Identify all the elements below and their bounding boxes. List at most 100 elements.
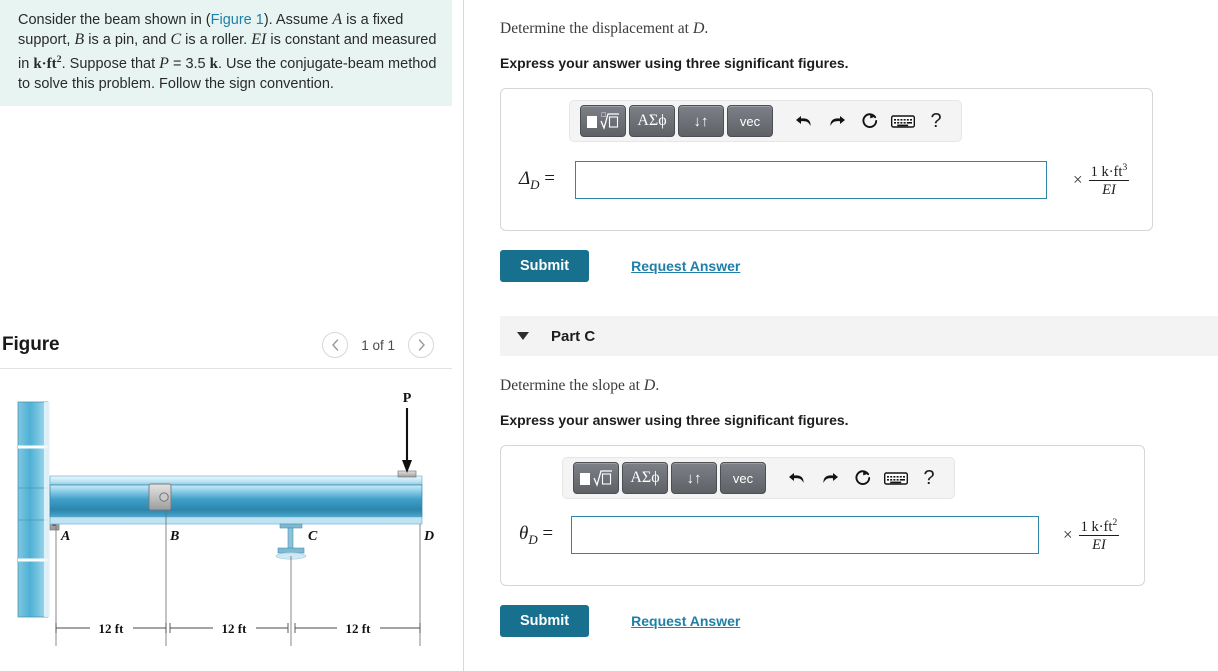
redo-button[interactable] (815, 463, 845, 493)
question-text-1: Consider the beam shown in ( (18, 12, 211, 28)
reset-button[interactable] (848, 463, 878, 493)
part-c-times-symbol: × (1063, 524, 1073, 544)
part-c-request-answer-link[interactable]: Request Answer (631, 613, 740, 629)
part-c-answer-label: θD = (519, 523, 571, 548)
template-expression-button[interactable] (573, 462, 619, 494)
undo-icon (796, 116, 811, 126)
part-b-unit-fraction: 1 k·ft3 EI (1088, 161, 1130, 198)
dimension-span-3: 12 ft (346, 621, 372, 636)
label-B: B (169, 529, 179, 544)
pin-support-B (148, 483, 172, 511)
figure-1-link[interactable]: Figure 1 (211, 12, 264, 28)
part-c-unit-denominator: EI (1092, 536, 1106, 553)
greek-symbols-button[interactable]: ΑΣϕ (622, 462, 668, 494)
reset-icon (855, 470, 871, 485)
part-c-unit: × 1 k·ft2 EI (1063, 516, 1120, 553)
question-statement: Consider the beam shown in (Figure 1). A… (0, 0, 452, 106)
template-expression-button[interactable]: ☐ (580, 105, 626, 137)
var-P: P (159, 54, 169, 72)
label-A: A (60, 529, 70, 544)
dimension-span-1: 12 ft (99, 621, 125, 636)
part-c-answer-row: θD = × 1 k·ft2 EI (519, 516, 1134, 554)
part-c-equals-sign: = (542, 522, 554, 544)
wall-column (17, 401, 50, 618)
part-b-actions: Submit Request Answer (500, 250, 1200, 282)
undo-button[interactable] (789, 106, 819, 136)
question-text-7: . Suppose that (61, 55, 160, 72)
question-text-2: ). Assume (263, 12, 333, 28)
part-c-body: Determine the slope at D. Express your a… (500, 377, 1200, 637)
beam-figure[interactable]: P A B C D 12 ft 12 ft 12 ft (0, 380, 452, 671)
part-c-actions: Submit Request Answer (500, 605, 1200, 637)
part-c-prompt-text: Determine the slope at (500, 377, 644, 394)
part-c-answer-panel: ΑΣϕ ↓↑ vec ? θD = × 1 k·ft2 EI (500, 445, 1145, 586)
part-b-unit-denominator: EI (1102, 181, 1116, 198)
part-c-unit-fraction: 1 k·ft2 EI (1078, 516, 1120, 553)
keyboard-icon (891, 114, 915, 128)
part-c-prompt-end: . (655, 377, 660, 394)
unit-kft2: k·ft (33, 55, 57, 72)
undo-icon (789, 473, 804, 483)
redo-icon (823, 473, 838, 483)
load-P-arrow: P (397, 391, 417, 478)
var-A: A (332, 11, 343, 28)
part-c-theta-subscript: D (528, 531, 538, 547)
help-button[interactable]: ? (921, 106, 951, 136)
figure-pager: 1 of 1 (322, 332, 434, 358)
template-sqrt-icon (580, 470, 612, 487)
part-b-body: Determine the displacement at D. Express… (500, 20, 1200, 282)
question-text-5: is a roller. (181, 32, 252, 48)
sort-arrows-button[interactable]: ↓↑ (671, 462, 717, 494)
part-b-math-toolbar: ☐ ΑΣϕ ↓↑ vec ? (569, 100, 962, 142)
part-c-unit-numerator: 1 k·ft2 (1078, 516, 1120, 536)
figure-title: Figure (2, 334, 60, 355)
var-C: C (170, 31, 182, 48)
right-panel: Determine the displacement at D. Express… (465, 0, 1218, 671)
left-panel: Consider the beam shown in (Figure 1). A… (0, 0, 464, 671)
chevron-right-icon (418, 339, 425, 351)
page-root: Consider the beam shown in (Figure 1). A… (0, 0, 1218, 671)
part-b-times-symbol: × (1073, 169, 1083, 189)
part-c-answer-input[interactable] (571, 516, 1039, 554)
label-D: D (423, 529, 434, 544)
beam-diagram-svg: P A B C D 12 ft 12 ft 12 ft (17, 391, 434, 646)
part-b-answer-input[interactable] (575, 161, 1047, 199)
greek-symbols-button[interactable]: ΑΣϕ (629, 105, 675, 137)
vector-button[interactable]: vec (720, 462, 766, 494)
part-b-unit-numerator: 1 k·ft3 (1088, 161, 1130, 181)
part-b-prompt-text: Determine the displacement at (500, 20, 693, 37)
part-c-prompt: Determine the slope at D. (500, 377, 1200, 395)
roller-support-C (275, 523, 307, 560)
sort-arrows-button[interactable]: ↓↑ (678, 105, 724, 137)
unit-k: k (209, 55, 218, 72)
vector-button[interactable]: vec (727, 105, 773, 137)
redo-icon (830, 116, 845, 126)
keyboard-button[interactable] (888, 106, 918, 136)
part-b-request-answer-link[interactable]: Request Answer (631, 258, 740, 274)
reset-icon (862, 113, 878, 128)
part-c-header[interactable]: Part C (500, 316, 1218, 356)
undo-button[interactable] (782, 463, 812, 493)
part-b-equals-sign: = (544, 167, 555, 189)
figure-prev-button[interactable] (322, 332, 349, 358)
figure-next-button[interactable] (408, 332, 434, 358)
question-text-8: = 3.5 (168, 55, 210, 72)
template-sqrt-icon: ☐ (587, 112, 619, 130)
part-c-title: Part C (551, 327, 596, 345)
var-B: B (74, 31, 85, 48)
label-C: C (308, 529, 318, 544)
redo-button[interactable] (822, 106, 852, 136)
keyboard-button[interactable] (881, 463, 911, 493)
reset-button[interactable] (855, 106, 885, 136)
part-b-submit-button[interactable]: Submit (500, 250, 590, 282)
part-b-prompt: Determine the displacement at D. (500, 20, 1200, 38)
figure-count-label: 1 of 1 (361, 337, 395, 353)
part-b-answer-label: ΔD = (519, 168, 575, 193)
var-EI: EI (251, 31, 267, 48)
help-button[interactable]: ? (914, 463, 944, 493)
part-b-instruction: Express your answer using three signific… (500, 55, 849, 71)
part-b-unit: × 1 k·ft3 EI (1073, 161, 1130, 198)
part-c-submit-button[interactable]: Submit (500, 605, 590, 637)
part-b-delta-subscript: D (530, 176, 540, 192)
part-b-delta-symbol: Δ (519, 167, 531, 189)
